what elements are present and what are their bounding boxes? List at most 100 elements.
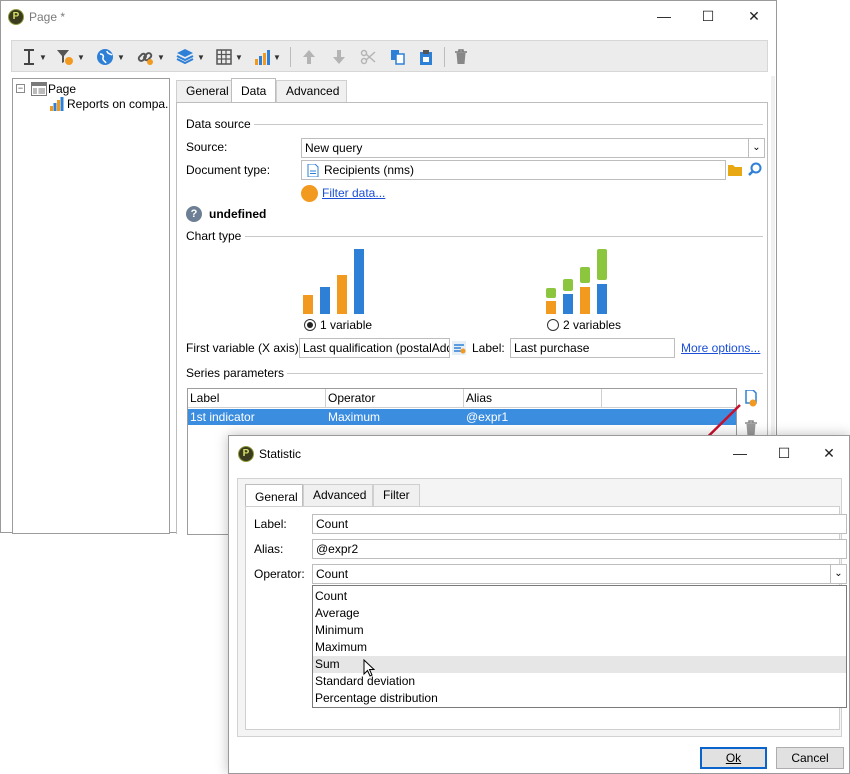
tab-advanced[interactable]: Advanced	[276, 80, 347, 102]
page-icon	[31, 82, 47, 96]
copy-button[interactable]	[390, 46, 406, 68]
filter-status-icon	[301, 185, 318, 202]
maximize-button[interactable]: ☐	[685, 1, 731, 31]
minimize-button[interactable]: —	[641, 1, 687, 31]
tab-general[interactable]: General	[176, 80, 232, 102]
filter-icon	[57, 50, 73, 65]
cube-icon	[176, 49, 194, 65]
paste-button[interactable]	[418, 46, 434, 68]
series-parameters-title: Series parameters	[186, 366, 288, 380]
cancel-button-label: Cancel	[791, 751, 829, 765]
globe-button[interactable]: ▼	[96, 46, 125, 68]
ok-button[interactable]: Ok	[700, 747, 767, 769]
chart-one-variable-radio[interactable]	[304, 319, 316, 331]
label-input[interactable]: Count	[312, 514, 847, 534]
column-header-label[interactable]: Label	[188, 389, 326, 408]
alias-input[interactable]: @expr2	[312, 539, 847, 559]
column-header-alias[interactable]: Alias	[464, 389, 602, 408]
label-field[interactable]: Last purchase	[510, 338, 675, 358]
chevron-down-icon[interactable]: ⌄	[748, 139, 764, 157]
source-select[interactable]: New query ⌄	[301, 138, 765, 158]
cube-button[interactable]: ▼	[176, 46, 205, 68]
tree-item-page[interactable]: Page	[48, 82, 76, 96]
magnifier-icon[interactable]	[748, 162, 762, 176]
operator-select[interactable]: Count ⌄	[312, 564, 847, 584]
filter-button[interactable]: ▼	[56, 46, 85, 68]
scissors-icon	[360, 49, 376, 65]
ok-button-label: Ok	[725, 751, 742, 765]
mouse-pointer-icon	[363, 659, 375, 677]
filter-data-link[interactable]: Filter data...	[322, 186, 385, 200]
data-source-title: Data source	[186, 117, 254, 131]
dropdown-option-standard-deviation[interactable]: Standard deviation	[313, 673, 846, 690]
chevron-down-icon[interactable]: ⌄	[830, 565, 846, 583]
move-down-button[interactable]	[332, 46, 346, 68]
text-cursor-icon	[24, 49, 34, 65]
folder-icon[interactable]	[728, 163, 742, 176]
toolbar: ▼ ▼ ▼ ▼ ▼ ▼ ▼	[11, 40, 768, 72]
chevron-down-icon: ▼	[39, 52, 47, 62]
app-logo-icon: P	[238, 446, 254, 462]
chevron-down-icon: ▼	[197, 52, 205, 62]
dialog-title: Statistic	[259, 447, 302, 461]
move-up-button[interactable]	[302, 46, 316, 68]
first-variable-label: First variable (X axis):	[186, 341, 303, 355]
maximize-button[interactable]: ☐	[761, 438, 807, 468]
window-title: Page *	[29, 10, 66, 24]
text-cursor-button[interactable]: ▼	[22, 46, 47, 68]
cancel-button[interactable]: Cancel	[776, 747, 844, 769]
arrow-up-icon	[303, 50, 315, 64]
dropdown-option-percentage-distribution[interactable]: Percentage distribution	[313, 690, 846, 707]
close-button[interactable]: ✕	[806, 438, 850, 468]
chevron-down-icon: ▼	[157, 52, 165, 62]
chevron-down-icon: ▼	[117, 52, 125, 62]
tab-filter[interactable]: Filter	[373, 484, 420, 506]
dropdown-option-average[interactable]: Average	[313, 605, 846, 622]
chart-type-title: Chart type	[186, 229, 245, 243]
globe-icon	[97, 49, 113, 65]
document-type-field[interactable]: Recipients (nms)	[301, 160, 726, 180]
dropdown-option-count[interactable]: Count	[313, 588, 846, 605]
toolbar-separator	[444, 47, 445, 67]
tree-collapse-toggle[interactable]: −	[16, 84, 25, 93]
source-label: Source:	[186, 140, 228, 154]
label-input-value: Count	[316, 517, 349, 531]
title-bar: P Page * — ☐ ✕	[1, 1, 776, 32]
arrow-down-icon	[333, 50, 345, 64]
link-button[interactable]: ▼	[136, 46, 165, 68]
dropdown-option-sum[interactable]: Sum	[313, 656, 846, 673]
toolbar-separator	[290, 47, 291, 67]
help-icon: ?	[186, 206, 202, 222]
dropdown-option-maximum[interactable]: Maximum	[313, 639, 846, 656]
two-variables-chart-icon[interactable]	[546, 247, 608, 314]
dropdown-option-minimum[interactable]: Minimum	[313, 622, 846, 639]
alias-field-label: Alias:	[254, 542, 284, 556]
single-variable-chart-icon[interactable]	[303, 247, 365, 314]
tab-general[interactable]: General	[245, 484, 303, 507]
app-logo-icon: P	[8, 9, 24, 25]
column-header-operator[interactable]: Operator	[326, 389, 464, 408]
close-button[interactable]: ✕	[731, 1, 777, 31]
cut-button[interactable]	[360, 46, 376, 68]
minimize-button[interactable]: —	[717, 438, 763, 468]
table-icon	[216, 49, 232, 65]
row-operator-cell: Maximum	[328, 410, 381, 424]
table-button[interactable]: ▼	[216, 46, 243, 68]
operator-field-label: Operator:	[254, 567, 305, 581]
tab-advanced[interactable]: Advanced	[303, 484, 373, 506]
chevron-down-icon: ▼	[235, 52, 243, 62]
delete-button[interactable]	[454, 46, 468, 68]
operator-select-value: Count	[316, 567, 349, 581]
label-label: Label:	[472, 341, 505, 355]
tree-item-report[interactable]: Reports on compa...	[67, 97, 169, 111]
tab-data[interactable]: Data	[231, 78, 276, 102]
first-variable-field[interactable]: Last qualification (postalAdd	[299, 338, 450, 358]
chart-button[interactable]: ▼	[254, 46, 281, 68]
first-variable-value: Last qualification (postalAdd	[303, 341, 450, 355]
general-tab-panel: Label: Count Alias: @expr2 Operator: Cou…	[245, 506, 847, 730]
copy-icon	[391, 50, 405, 65]
chart-two-variables-radio[interactable]	[547, 319, 559, 331]
group-divider	[249, 124, 763, 125]
edit-expression-icon[interactable]	[452, 341, 466, 355]
more-options-link[interactable]: More options...	[681, 341, 760, 355]
